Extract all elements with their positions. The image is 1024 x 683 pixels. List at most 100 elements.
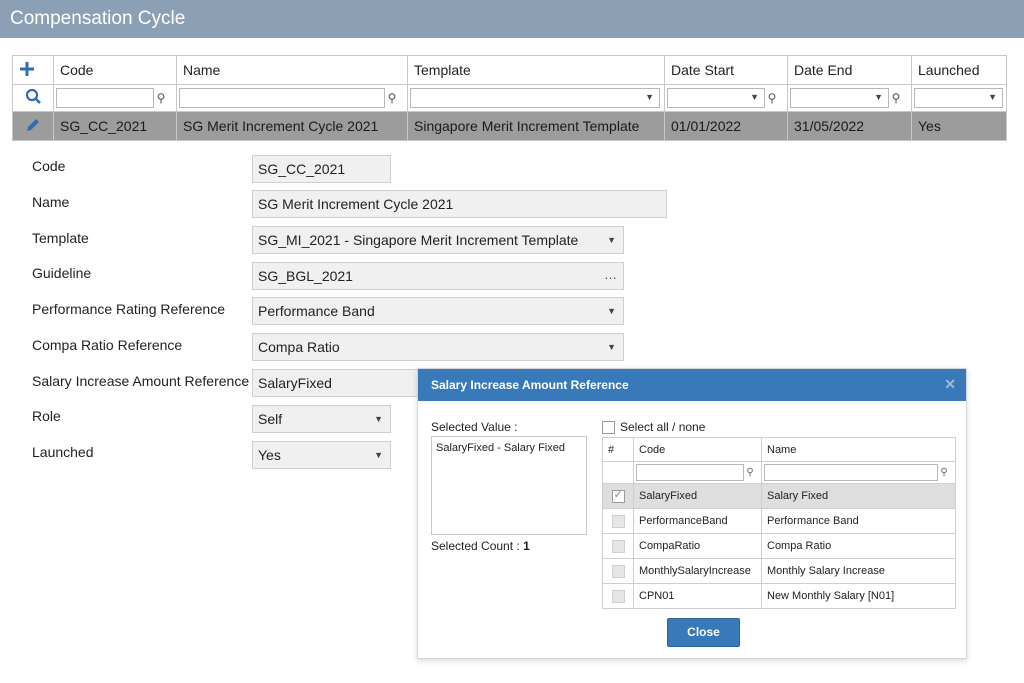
column-header-date-start[interactable]: Date Start: [664, 55, 788, 85]
filter-launched-select[interactable]: ▼: [914, 88, 1003, 108]
chevron-down-icon: ▼: [374, 414, 383, 424]
row-checkbox[interactable]: [611, 488, 625, 503]
reference-grid: # Code Name ⚲ ⚲ SalaryFixed Salary Fixed…: [602, 437, 956, 609]
filter-name-input[interactable]: [764, 464, 938, 481]
filter-code-input[interactable]: [56, 88, 154, 108]
column-header-name[interactable]: Name: [176, 55, 408, 85]
chevron-down-icon: ▼: [607, 342, 616, 352]
filter-index-cell: [602, 461, 634, 484]
cell-name: Salary Fixed: [761, 483, 956, 509]
row-checkbox[interactable]: [611, 539, 625, 553]
chevron-down-icon: ▼: [645, 92, 654, 102]
cell-launched: Yes: [911, 111, 1007, 141]
close-icon[interactable]: ✕: [944, 376, 956, 393]
column-header-code[interactable]: Code: [633, 437, 762, 462]
guideline-value: SG_BGL_2021: [258, 268, 353, 284]
filter-date-end-select[interactable]: ▼: [790, 88, 889, 108]
row-checkbox-cell[interactable]: [602, 533, 634, 559]
filter-code: ⚲: [53, 84, 177, 112]
performance-rating-reference-select[interactable]: Performance Band ▼: [252, 297, 624, 325]
row-checkbox[interactable]: [611, 514, 625, 528]
filter-template-select[interactable]: ▼: [410, 88, 660, 108]
filter-date-start-select[interactable]: ▼: [667, 88, 765, 108]
column-header-template[interactable]: Template: [407, 55, 665, 85]
grid-filter-row: ⚲ ⚲ ▼ ▼ ⚲ ▼ ⚲ ▼: [12, 84, 1007, 112]
search-icon[interactable]: [25, 88, 42, 105]
pin-icon[interactable]: ⚲: [938, 467, 950, 478]
filter-name-cell: ⚲: [761, 461, 956, 484]
column-header-code[interactable]: Code: [53, 55, 177, 85]
plus-icon[interactable]: [19, 61, 35, 77]
filter-name: ⚲: [176, 84, 408, 112]
chevron-down-icon: ▼: [374, 450, 383, 460]
table-row[interactable]: PerformanceBand Performance Band: [602, 508, 956, 534]
cell-code: MonthlySalaryIncrease: [633, 558, 762, 584]
select-all-toggle[interactable]: Select all / none: [602, 420, 706, 435]
row-checkbox-cell[interactable]: [602, 508, 634, 534]
pin-icon[interactable]: ⚲: [889, 91, 903, 105]
compa-ratio-reference-value: Compa Ratio: [258, 339, 340, 355]
code-field[interactable]: SG_CC_2021: [252, 155, 391, 183]
table-row[interactable]: SG_CC_2021 SG Merit Increment Cycle 2021…: [12, 111, 1007, 141]
add-row-cell[interactable]: [12, 55, 54, 85]
template-select[interactable]: SG_MI_2021 - Singapore Merit Increment T…: [252, 226, 624, 254]
name-field[interactable]: SG Merit Increment Cycle 2021: [252, 190, 667, 218]
pin-icon[interactable]: ⚲: [385, 91, 399, 105]
row-checkbox[interactable]: [611, 589, 625, 603]
reference-filter-row: ⚲ ⚲: [602, 461, 956, 484]
table-row[interactable]: CPN01 New Monthly Salary [N01]: [602, 583, 956, 609]
reference-grid-header: # Code Name: [602, 437, 956, 462]
cell-code: SG_CC_2021: [53, 111, 177, 141]
select-all-label: Select all / none: [620, 420, 706, 434]
guideline-label: Guideline: [32, 265, 92, 281]
close-button[interactable]: Close: [667, 618, 740, 647]
guideline-field[interactable]: SG_BGL_2021 …: [252, 262, 624, 290]
row-checkbox[interactable]: [611, 564, 625, 578]
edit-cell[interactable]: [12, 111, 54, 141]
pin-icon[interactable]: ⚲: [154, 91, 168, 105]
code-label: Code: [32, 158, 66, 174]
role-value: Self: [258, 411, 283, 427]
row-checkbox-cell[interactable]: [602, 483, 634, 509]
ellipsis-icon[interactable]: …: [604, 267, 617, 282]
cell-date-end: 31/05/2022: [787, 111, 912, 141]
dialog-header: Salary Increase Amount Reference ✕: [418, 369, 966, 401]
table-row[interactable]: MonthlySalaryIncrease Monthly Salary Inc…: [602, 558, 956, 584]
chevron-down-icon: ▼: [607, 235, 616, 245]
cell-template: Singapore Merit Increment Template: [407, 111, 665, 141]
name-label: Name: [32, 194, 70, 210]
pin-icon[interactable]: ⚲: [744, 467, 756, 478]
column-header-date-end[interactable]: Date End: [787, 55, 912, 85]
selected-count-value: 1: [523, 539, 530, 553]
salary-reference-dialog: Salary Increase Amount Reference ✕ Selec…: [417, 368, 967, 659]
cell-name: Compa Ratio: [761, 533, 956, 559]
cell-name: Monthly Salary Increase: [761, 558, 956, 584]
pencil-icon[interactable]: [25, 117, 41, 133]
row-checkbox-cell[interactable]: [602, 583, 634, 609]
role-select[interactable]: Self ▼: [252, 405, 391, 433]
filter-date-end: ▼ ⚲: [787, 84, 912, 112]
search-cell[interactable]: [12, 84, 54, 112]
selected-value-label: Selected Value :: [431, 420, 518, 434]
selected-value-list[interactable]: SalaryFixed - Salary Fixed: [431, 436, 587, 535]
salary-increase-amount-reference-value: SalaryFixed: [258, 375, 332, 391]
column-header-launched[interactable]: Launched: [911, 55, 1007, 85]
compa-ratio-reference-label: Compa Ratio Reference: [32, 337, 183, 353]
row-checkbox-cell[interactable]: [602, 558, 634, 584]
chevron-down-icon: ▼: [874, 92, 883, 102]
table-row[interactable]: SalaryFixed Salary Fixed: [602, 483, 956, 509]
list-item: SalaryFixed - Salary Fixed: [436, 442, 565, 454]
chevron-down-icon: ▼: [607, 306, 616, 316]
compa-ratio-reference-select[interactable]: Compa Ratio ▼: [252, 333, 624, 361]
select-all-checkbox[interactable]: [602, 421, 615, 435]
code-value: SG_CC_2021: [258, 161, 346, 177]
launched-select[interactable]: Yes ▼: [252, 441, 391, 469]
pin-icon[interactable]: ⚲: [765, 91, 779, 105]
filter-name-input[interactable]: [179, 88, 385, 108]
cell-name: Performance Band: [761, 508, 956, 534]
filter-code-input[interactable]: [636, 464, 744, 481]
table-row[interactable]: CompaRatio Compa Ratio: [602, 533, 956, 559]
column-header-name[interactable]: Name: [761, 437, 956, 462]
cell-code: PerformanceBand: [633, 508, 762, 534]
selected-count: Selected Count : 1: [431, 539, 530, 553]
